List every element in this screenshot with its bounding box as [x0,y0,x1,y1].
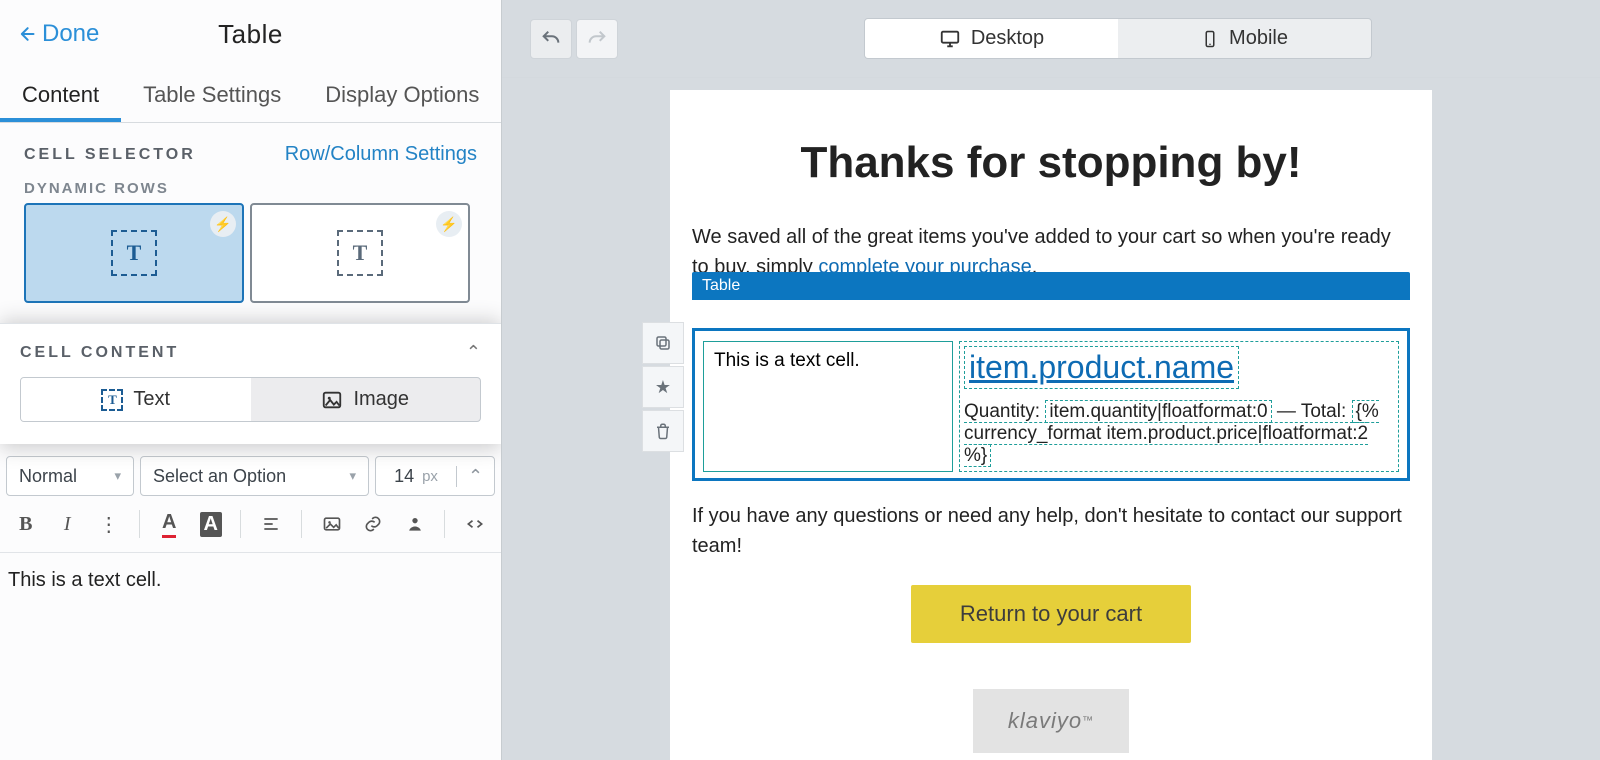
redo-icon [586,28,608,50]
seg-text-label: Text [133,388,170,411]
bolt-icon: ⚡ [436,211,462,237]
tab-display-options[interactable]: Display Options [303,68,501,122]
text-cell-glyph-icon: T [111,230,157,276]
font-size-value: 14 [394,466,414,487]
brand-label: klaviyo [1008,708,1082,734]
block-format-value: Normal [19,466,77,487]
code-view-button[interactable] [459,508,491,540]
arrow-left-icon [16,24,36,44]
highlight-color-button[interactable]: A [195,508,227,540]
editor-sidebar: Done Table Content Table Settings Displa… [0,0,502,760]
align-button[interactable] [255,508,287,540]
cell-content-label: CELL CONTENT [20,344,179,362]
row-column-settings-link[interactable]: Row/Column Settings [285,143,477,166]
seg-image-label: Image [353,388,409,411]
help-text: If you have any questions or need any he… [692,501,1410,561]
seg-text-button[interactable]: T Text [21,378,251,421]
font-size-stepper[interactable]: 14 px ⌃ [375,456,495,496]
done-label: Done [42,20,99,48]
quantity-label: Quantity: [964,401,1045,422]
text-style-select[interactable]: Select an Option ▾ [140,456,369,496]
insert-link-button[interactable] [357,508,389,540]
trash-icon [654,422,672,440]
product-meta-line: Quantity: item.quantity|floatformat:0 — … [964,401,1394,467]
email-preview: Thanks for stopping by! We saved all of … [670,90,1432,760]
email-heading: Thanks for stopping by! [692,138,1410,188]
rich-text-toolbar: B I ⋮ A A [0,496,501,553]
quantity-token: item.quantity|floatformat:0 [1045,400,1271,423]
total-label: Total: [1301,401,1352,422]
more-text-button[interactable]: ⋮ [93,508,125,540]
text-style-value: Select an Option [153,466,286,487]
seg-image-button[interactable]: Image [251,378,481,421]
return-to-cart-button[interactable]: Return to your cart [911,585,1191,643]
font-size-unit: px [422,468,438,485]
cell-content-type-toggle: T Text Image [20,377,481,422]
product-name-token[interactable]: item.product.name [964,346,1239,389]
dynamic-row-card-2[interactable]: ⚡ T [250,203,470,303]
tab-table-settings[interactable]: Table Settings [121,68,303,122]
cell-text-editor[interactable]: This is a text cell. [0,553,501,608]
redo-button[interactable] [576,19,618,59]
insert-image-button[interactable] [316,508,348,540]
block-format-select[interactable]: Normal ▾ [6,456,134,496]
chevron-up-icon[interactable]: ⌃ [466,342,481,363]
delete-block-button[interactable] [642,410,684,452]
caret-down-icon: ▾ [349,468,356,484]
image-type-icon [321,389,343,411]
divider [444,510,445,538]
table-cell-right[interactable]: item.product.name Quantity: item.quantit… [959,341,1399,472]
brand-logo: klaviyo™ [973,689,1129,753]
cell-selector-label: CELL SELECTOR [24,146,196,164]
done-button[interactable]: Done [16,20,99,48]
divider [139,510,140,538]
italic-button[interactable]: I [52,508,84,540]
copy-icon [654,334,672,352]
viewport-toggle: Desktop Mobile [864,18,1372,59]
caret-down-icon: ▾ [114,468,121,484]
undo-icon [540,28,562,50]
table-block-label: Table [692,272,1410,300]
divider [240,510,241,538]
desktop-icon [939,28,961,50]
dynamic-row-card-1[interactable]: ⚡ T [24,203,244,303]
tab-content[interactable]: Content [0,68,121,122]
meta-separator: — [1272,401,1301,422]
font-size-step-button[interactable]: ⌃ [456,466,494,487]
dynamic-rows-label: DYNAMIC ROWS [24,180,477,197]
bold-button[interactable]: B [10,508,42,540]
mobile-label: Mobile [1229,27,1288,50]
favorite-block-button[interactable]: ★ [642,366,684,408]
duplicate-block-button[interactable] [642,322,684,364]
undo-button[interactable] [530,19,572,59]
sidebar-title: Table [218,19,283,50]
mobile-view-button[interactable]: Mobile [1118,19,1371,58]
text-type-icon: T [101,389,123,411]
text-cell-glyph-icon: T [337,230,383,276]
intro-text: We saved all of the great items you've a… [692,226,1391,278]
divider [301,510,302,538]
sidebar-tabs: Content Table Settings Display Options [0,68,501,123]
insert-person-button[interactable] [399,508,431,540]
preview-canvas: Desktop Mobile Thanks for stopping by! W… [502,0,1600,760]
table-block[interactable]: Table ★ This is a text cell. item.produc… [692,300,1410,481]
table-cell-left[interactable]: This is a text cell. [703,341,953,472]
desktop-label: Desktop [971,27,1044,50]
mobile-icon [1201,28,1219,50]
block-side-tools: ★ [642,322,684,452]
bolt-icon: ⚡ [210,211,236,237]
text-color-button[interactable]: A [153,508,185,540]
cell-content-section: CELL CONTENT ⌃ T Text Image [0,323,501,444]
desktop-view-button[interactable]: Desktop [865,19,1118,58]
